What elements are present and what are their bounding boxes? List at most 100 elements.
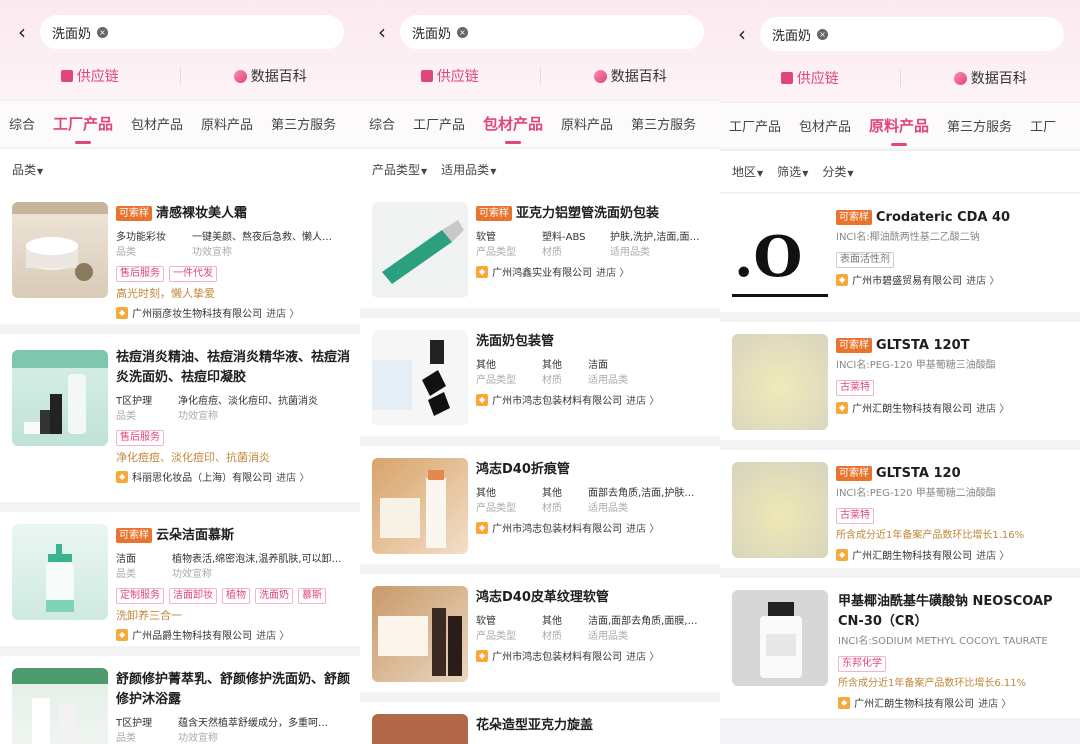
material-card[interactable]: 甲基椰油酰基牛磺酸钠 NEOSCOAP CN-30（CR） INCI名:SODI… — [720, 578, 1080, 718]
panel-packaging-products: ‹ 洗面奶 × 供应链 数据百科 综合 工厂产品 包材产品 原料产品 第三方服务… — [360, 0, 720, 744]
source-supply-chain[interactable]: 供应链 — [0, 66, 180, 86]
product-card[interactable]: 可索样 云朵洁面慕斯 洁面 品类 植物表活,绵密泡沫,温养肌肤,可以卸… 功效宣称 定… — [0, 512, 360, 646]
tab-factory[interactable]: 工厂 — [1021, 116, 1065, 135]
company-row[interactable]: ◆ 广州市碧盛贸易有限公司 进店 〉 — [836, 272, 1070, 287]
material-card[interactable]: 可索样 GLTSTA 120T INCI名:PEG-120 甲基葡糖三油酸酯 古莱… — [720, 322, 1080, 440]
attr-value: 植物表活,绵密泡沫,温养肌肤,可以卸… — [172, 554, 342, 565]
company-row[interactable]: ◆ 广州鸿鑫实业有限公司 进店 〉 — [476, 264, 710, 279]
source-data-wiki[interactable]: 数据百科 — [901, 68, 1080, 88]
search-input[interactable]: 洗面奶 × — [40, 15, 344, 49]
filter-category[interactable]: 品类▼ — [12, 161, 43, 178]
tab-third-party[interactable]: 第三方服务 — [262, 114, 345, 133]
attr-value: 一键美颜、熬夜后急救、懒人… — [192, 232, 332, 243]
source-label: 数据百科 — [250, 69, 307, 85]
filter-classification[interactable]: 分类▼ — [822, 163, 853, 180]
tab-factory-products[interactable]: 工厂产品 — [720, 116, 790, 135]
enter-store-link[interactable]: 进店 〉 — [626, 648, 659, 663]
attr-key: 功效宣称 — [172, 569, 212, 580]
search-query: 洗面奶 — [412, 26, 452, 42]
enter-store-link[interactable]: 进店 〉 — [596, 264, 629, 279]
tab-packaging-products[interactable]: 包材产品 — [790, 116, 860, 135]
clear-icon[interactable]: × — [457, 26, 469, 38]
product-title: 洗面奶包装管 — [476, 334, 555, 349]
filter-screen[interactable]: 筛选▼ — [777, 163, 808, 180]
product-card[interactable]: 可索样 清感裸妆美人霜 多功能彩妆 品类 一键美颜、熬夜后急救、懒人… 功效宣称 售后… — [0, 190, 360, 324]
back-arrow-icon[interactable]: ‹ — [364, 14, 400, 50]
company-row[interactable]: ◆ 广州汇朗生物科技有限公司 进店 〉 — [836, 547, 1070, 562]
product-card[interactable]: 洗面奶包装管 其他 产品类型 其他 材质 洁面 适用品类 ◆ 广州市鸿志包装材料有限公司… — [360, 318, 720, 436]
search-input[interactable]: 洗面奶 × — [760, 17, 1064, 51]
enter-store-link[interactable]: 进店 〉 — [626, 392, 659, 407]
company-row[interactable]: ◆ 广州丽彦妆生物科技有限公司 进店 〉 — [116, 305, 350, 320]
company-badge-icon: ◆ — [476, 393, 489, 406]
company-row[interactable]: ◆ 广州汇朗生物科技有限公司 进店 〉 — [836, 400, 1070, 415]
tab-packaging-products[interactable]: 包材产品 — [122, 114, 192, 133]
product-card[interactable]: 可索样 亚克力铝塑管洗面奶包装 软管 产品类型 塑料-ABS 材质 护肤,洗护,洁面,… — [360, 190, 720, 308]
source-data-wiki[interactable]: 数据百科 — [541, 66, 721, 86]
enter-store-link[interactable]: 进店 〉 — [978, 695, 1011, 710]
back-arrow-icon[interactable]: ‹ — [724, 16, 760, 52]
card-body: 可索样 Crodateric CDA 40 INCI名:椰油酰两性基二乙酸二钠 表… — [836, 208, 1070, 287]
clear-icon[interactable]: × — [817, 28, 829, 40]
filter-label: 分类 — [822, 165, 847, 179]
product-card[interactable]: 花朵造型亚克力旋盖 — [360, 702, 720, 744]
source-supply-chain[interactable]: 供应链 — [360, 66, 540, 86]
caret-down-icon: ▼ — [847, 169, 854, 178]
filter-product-type[interactable]: 产品类型▼ — [372, 161, 427, 178]
enter-store-link[interactable]: 进店 〉 — [266, 305, 299, 320]
company-row[interactable]: ◆ 广州汇朗生物科技有限公司 进店 〉 — [838, 695, 1070, 710]
tab-comprehensive[interactable]: 综合 — [360, 114, 404, 133]
supply-chain-icon — [780, 72, 793, 84]
search-input[interactable]: 洗面奶 × — [400, 15, 704, 49]
tab-third-party[interactable]: 第三方服务 — [622, 114, 705, 133]
product-card[interactable]: 祛痘消炎精油、祛痘消炎精华液、祛痘消炎洗面奶、祛痘印凝胶 T区护理 品类 净化痘痘… — [0, 334, 360, 502]
attribute-row: 其他 产品类型 其他 材质 面部去角质,洁面,护肤… 适用品类 — [476, 486, 710, 516]
material-image — [732, 334, 828, 430]
clear-icon[interactable]: × — [97, 26, 109, 38]
company-row[interactable]: ◆ 科丽思化妆品（上海）有限公司 进店 〉 — [116, 469, 350, 484]
tab-third-party[interactable]: 第三方服务 — [938, 116, 1021, 135]
caret-down-icon: ▼ — [421, 167, 428, 176]
attr-efficacy: 净化痘痘、淡化痘印、抗菌消炎 功效宣称 — [178, 394, 348, 424]
tab-comprehensive[interactable]: 综合 — [0, 114, 44, 133]
attr-key: 适用品类 — [588, 631, 628, 642]
card-body: 祛痘消炎精油、祛痘消炎精华液、祛痘消炎洗面奶、祛痘印凝胶 T区护理 品类 净化痘痘… — [116, 348, 350, 484]
product-card[interactable]: 舒颜修护菁萃乳、舒颜修护洗面奶、舒颜修护沐浴露 T区护理 品类 蕴含天然植萃舒缓成… — [0, 656, 360, 744]
company-row[interactable]: ◆ 广州市鸿志包装材料有限公司 进店 〉 — [476, 648, 710, 663]
product-card[interactable]: 鸿志D40皮革纹理软管 软管 产品类型 其他 材质 洁面,面部去角质,面膜,… 适用品… — [360, 574, 720, 692]
enter-store-link[interactable]: 进店 〉 — [276, 469, 309, 484]
source-supply-chain[interactable]: 供应链 — [720, 68, 900, 88]
attr-key: 材质 — [542, 631, 562, 642]
material-card[interactable]: .O 可索样 Crodateric CDA 40 INCI名:椰油酰两性基二乙酸二… — [720, 194, 1080, 312]
enter-store-link[interactable]: 进店 〉 — [976, 400, 1009, 415]
tab-packaging-products[interactable]: 包材产品 — [474, 113, 552, 144]
product-title: 可索样 清感裸妆美人霜 — [116, 204, 350, 224]
company-row[interactable]: ◆ 广州市鸿志包装材料有限公司 进店 〉 — [476, 520, 710, 535]
attr-category: 洁面 品类 — [116, 552, 156, 582]
source-data-wiki[interactable]: 数据百科 — [181, 66, 361, 86]
company-row[interactable]: ◆ 广州品爵生物科技有限公司 进店 〉 — [116, 627, 350, 642]
enter-store-link[interactable]: 进店 〉 — [966, 272, 999, 287]
enter-store-link[interactable]: 进店 〉 — [256, 627, 289, 642]
company-name: 广州品爵生物科技有限公司 — [132, 631, 253, 642]
tab-factory-products[interactable]: 工厂产品 — [44, 113, 122, 144]
back-arrow-icon[interactable]: ‹ — [4, 14, 40, 50]
filter-region[interactable]: 地区▼ — [732, 163, 763, 180]
tab-raw-materials[interactable]: 原料产品 — [192, 114, 262, 133]
attr-value: T区护理 — [116, 396, 153, 407]
filter-applicable-category[interactable]: 适用品类▼ — [441, 161, 496, 178]
material-title: 可索样 Crodateric CDA 40 — [836, 208, 1070, 228]
enter-store-link[interactable]: 进店 〉 — [976, 547, 1009, 562]
company-row[interactable]: ◆ 广州市鸿志包装材料有限公司 进店 〉 — [476, 392, 710, 407]
enter-store-link[interactable]: 进店 〉 — [626, 520, 659, 535]
category-tabs: 工厂产品 包材产品 原料产品 第三方服务 工厂 — [720, 102, 1080, 148]
inci-name: INCI名:PEG-120 甲基葡糖三油酸酯 — [836, 360, 996, 371]
tab-raw-materials[interactable]: 原料产品 — [860, 115, 938, 146]
product-card[interactable]: 鸿志D40折痕管 其他 产品类型 其他 材质 面部去角质,洁面,护肤… 适用品类 ◆ 广… — [360, 446, 720, 564]
tab-factory-products[interactable]: 工厂产品 — [404, 114, 474, 133]
tab-raw-materials[interactable]: 原料产品 — [552, 114, 622, 133]
bottle-icon — [760, 602, 802, 678]
tag-chip: 东邦化学 — [838, 656, 886, 672]
card-body: 甲基椰油酰基牛磺酸钠 NEOSCOAP CN-30（CR） INCI名:SODI… — [838, 592, 1070, 710]
material-card[interactable]: 可索样 GLTSTA 120 INCI名:PEG-120 甲基葡糖二油酸酯 古莱特… — [720, 450, 1080, 568]
